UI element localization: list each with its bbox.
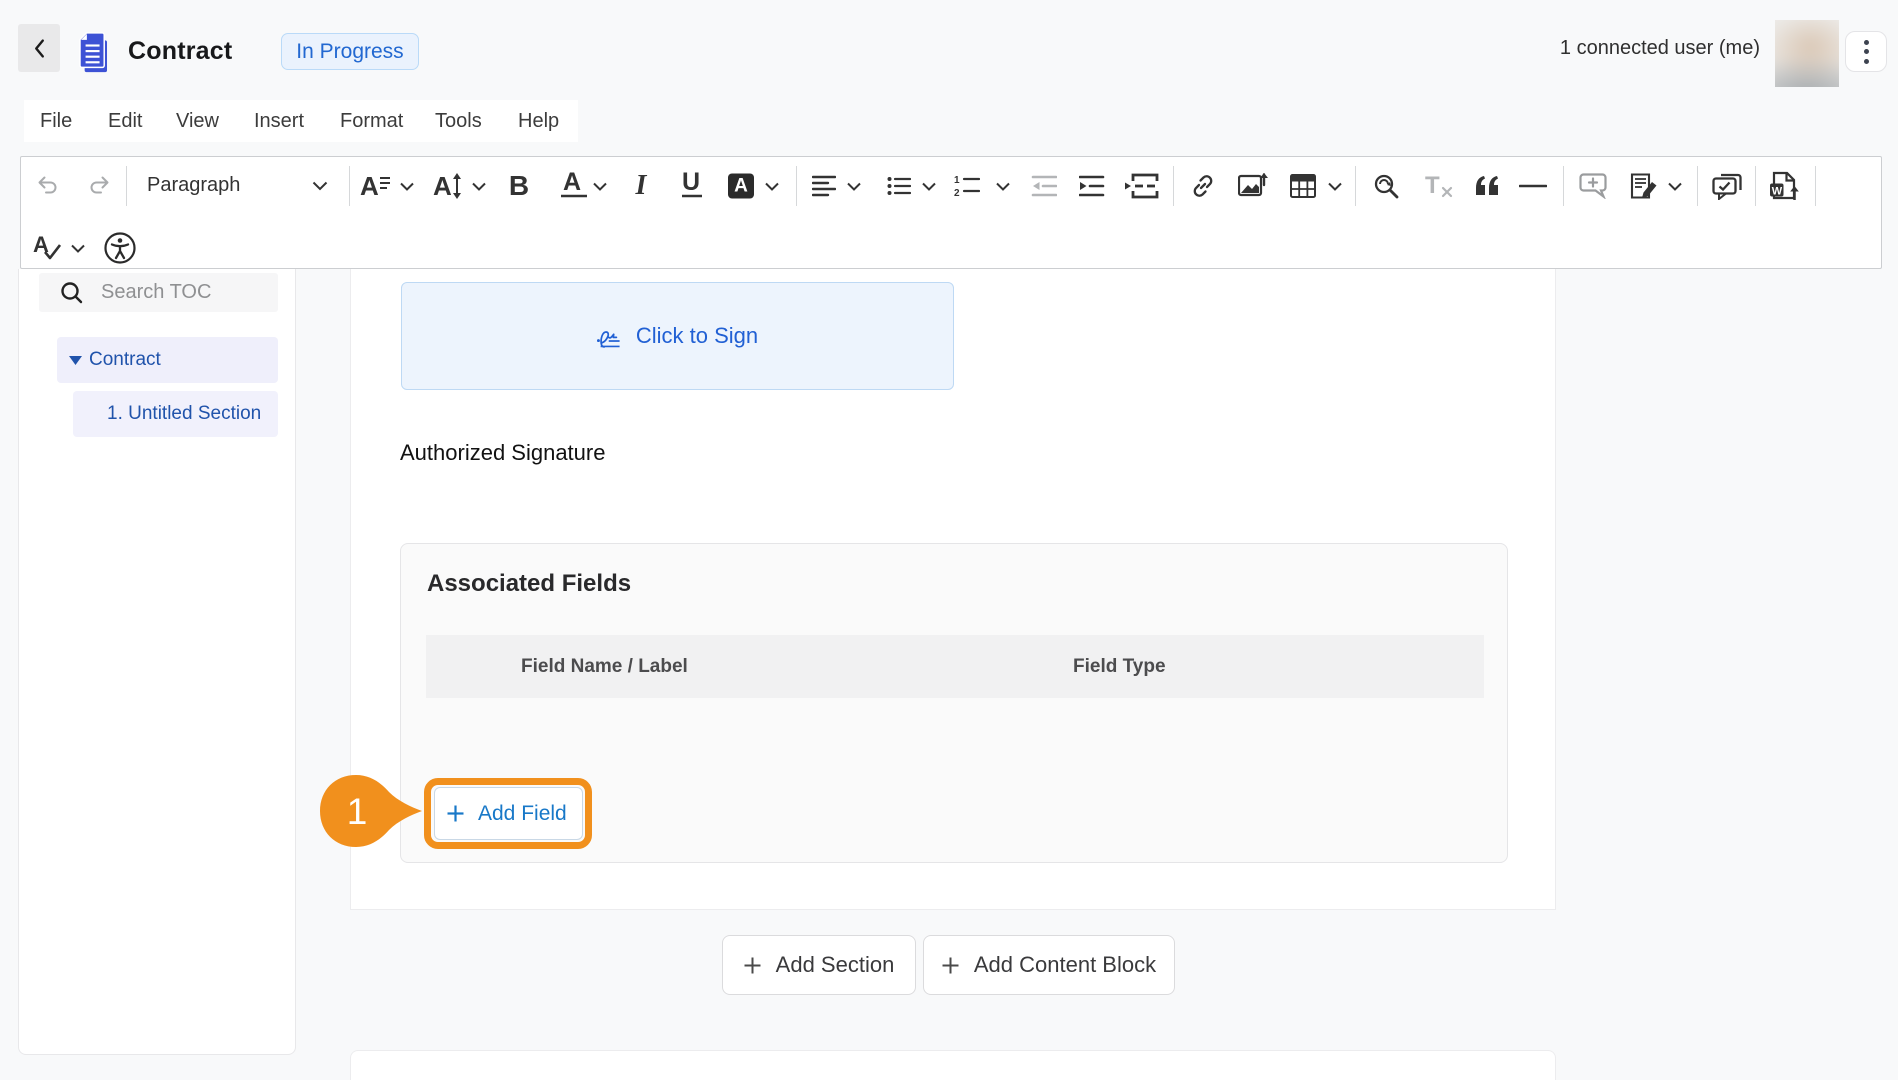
svg-text:1: 1 bbox=[954, 175, 960, 186]
svg-text:1: 1 bbox=[347, 791, 368, 832]
svg-text:2: 2 bbox=[954, 188, 960, 198]
svg-text:A: A bbox=[563, 169, 581, 196]
svg-text:A: A bbox=[433, 173, 452, 199]
svg-text:W: W bbox=[1772, 186, 1783, 198]
svg-text:A: A bbox=[360, 173, 379, 199]
svg-text:T: T bbox=[1425, 173, 1440, 199]
svg-text:U: U bbox=[682, 169, 700, 196]
